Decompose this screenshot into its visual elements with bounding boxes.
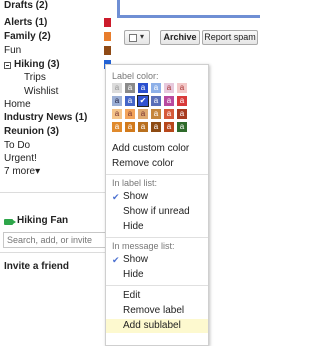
message-list-show-item[interactable]: Show: [106, 253, 208, 267]
alerts-color-swatch[interactable]: [104, 18, 111, 27]
menu-separator: [106, 174, 208, 175]
color-chip[interactable]: a: [112, 83, 122, 93]
report-spam-button[interactable]: Report spam: [202, 30, 258, 45]
sidebar-item-urgent[interactable]: Urgent!: [4, 153, 37, 165]
sidebar-divider-2: [0, 252, 112, 253]
color-chip[interactable]: a: [164, 122, 174, 132]
add-custom-color-item[interactable]: Add custom color: [106, 142, 208, 156]
menu-separator: [106, 285, 208, 286]
sidebar-item-family[interactable]: Family (2): [4, 31, 51, 43]
color-chip[interactable]: a: [138, 83, 148, 93]
color-chip[interactable]: a: [164, 109, 174, 119]
color-chip[interactable]: a: [151, 109, 161, 119]
label-list-show-item[interactable]: Show: [106, 190, 208, 204]
message-list-heading: In message list:: [112, 241, 175, 251]
chat-search-input[interactable]: [3, 232, 107, 248]
remove-label-item[interactable]: Remove label: [106, 304, 208, 318]
family-color-swatch[interactable]: [104, 32, 111, 41]
chevron-down-icon: ▾: [140, 32, 145, 41]
video-chat-icon: [4, 219, 16, 225]
chat-contact-name[interactable]: Hiking Fan: [17, 215, 68, 226]
color-chip[interactable]: a: [164, 83, 174, 93]
color-chip[interactable]: a: [125, 83, 135, 93]
fun-color-swatch[interactable]: [104, 46, 111, 55]
color-chip[interactable]: a: [112, 109, 122, 119]
sidebar-item-drafts[interactable]: Drafts (2): [4, 0, 48, 12]
color-chip[interactable]: a: [125, 109, 135, 119]
sidebar-item-to-do[interactable]: To Do: [4, 140, 30, 152]
label-list-hide-item[interactable]: Hide: [106, 220, 208, 234]
label-options-menu: Label color: a a a a a a a a ✔ a a a a a a a a a a a a a a a Ad…: [105, 64, 209, 346]
color-chip[interactable]: a: [177, 83, 187, 93]
color-chip[interactable]: a: [112, 96, 122, 106]
sidebar-item-alerts[interactable]: Alerts (1): [4, 17, 47, 29]
color-chip[interactable]: a: [177, 122, 187, 132]
sidebar-item-wishlist[interactable]: Wishlist: [24, 86, 58, 98]
edit-label-item[interactable]: Edit: [106, 289, 208, 303]
color-chip[interactable]: a: [125, 96, 135, 106]
color-chip[interactable]: ✔: [137, 95, 149, 107]
label-color-heading: Label color:: [112, 71, 159, 81]
sidebar-item-reunion[interactable]: Reunion (3): [4, 126, 59, 138]
label-list-show-if-unread-item[interactable]: Show if unread: [106, 205, 208, 219]
color-chip[interactable]: a: [138, 122, 148, 132]
color-chip[interactable]: a: [151, 122, 161, 132]
archive-button[interactable]: Archive: [160, 30, 200, 45]
color-chip[interactable]: a: [138, 109, 148, 119]
invite-friend-link[interactable]: Invite a friend: [4, 261, 69, 272]
menu-separator: [106, 237, 208, 238]
sidebar-item-trips[interactable]: Trips: [24, 72, 46, 84]
collapse-icon[interactable]: [4, 62, 11, 69]
add-sublabel-item[interactable]: Add sublabel: [106, 319, 208, 333]
sidebar-item-fun[interactable]: Fun: [4, 45, 21, 57]
select-checkbox-dropdown[interactable]: ▾: [124, 30, 150, 45]
color-chip[interactable]: a: [164, 96, 174, 106]
select-checkbox[interactable]: [129, 34, 137, 42]
sidebar-item-home[interactable]: Home: [4, 99, 31, 111]
more-labels-link[interactable]: 7 more▾: [4, 166, 40, 178]
color-chip[interactable]: a: [125, 122, 135, 132]
sidebar-item-industry-news[interactable]: Industry News (1): [4, 112, 87, 124]
color-chip[interactable]: a: [151, 96, 161, 106]
color-chip[interactable]: a: [177, 109, 187, 119]
remove-color-item[interactable]: Remove color: [106, 157, 208, 171]
color-chip[interactable]: a: [151, 83, 161, 93]
color-chip[interactable]: a: [112, 122, 122, 132]
message-list-hide-item[interactable]: Hide: [106, 268, 208, 282]
label-list-heading: In label list:: [112, 178, 158, 188]
sidebar-divider: [0, 192, 112, 193]
message-pane: [117, 0, 260, 18]
color-chip[interactable]: a: [177, 96, 187, 106]
sidebar-item-hiking[interactable]: Hiking (3): [14, 59, 60, 71]
